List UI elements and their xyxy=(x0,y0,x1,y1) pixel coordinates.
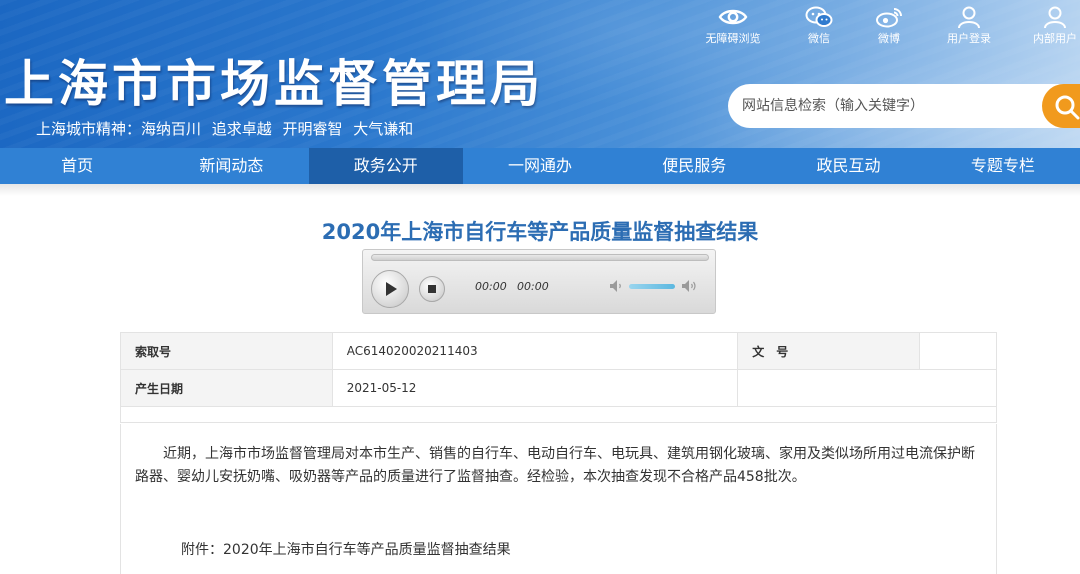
attachment: 附件：2020年上海市自行车等产品质量监督抽查结果 xyxy=(181,539,511,559)
info-row: 索取号 AC614020020211403 文 号 xyxy=(120,332,997,370)
city-slogan: 上海城市精神：海纳百川 追求卓越 开明睿智 大气谦和 xyxy=(36,120,414,138)
document-info-table: 索取号 AC614020020211403 文 号 产生日期 2021-05-1… xyxy=(120,332,997,423)
audio-player: 00:00 00:00 xyxy=(362,249,716,314)
site-header: 上海市市场监督管理局 上海城市精神：海纳百川 追求卓越 开明睿智 大气谦和 无障… xyxy=(0,0,1080,148)
attachment-prefix: 附件： xyxy=(181,542,223,558)
nav-shadow xyxy=(0,184,1080,196)
site-search xyxy=(728,84,1080,128)
document-number-value xyxy=(919,332,997,370)
user-icon xyxy=(958,6,980,28)
date-label: 产生日期 xyxy=(120,369,333,407)
wechat-link[interactable]: 微信 xyxy=(779,6,859,46)
nav-item-news[interactable]: 新闻动态 xyxy=(154,148,308,184)
volume-max-icon[interactable] xyxy=(681,279,699,293)
attachment-link[interactable]: 2020年上海市自行车等产品质量监督抽查结果 xyxy=(223,542,511,558)
index-number-label: 索取号 xyxy=(120,332,333,370)
article-title: 2020年上海市自行车等产品质量监督抽查结果 xyxy=(321,220,759,244)
eye-icon xyxy=(718,9,748,25)
spacer-row xyxy=(120,406,997,423)
accessibility-link[interactable]: 无障碍浏览 xyxy=(693,6,773,46)
info-row: 产生日期 2021-05-12 xyxy=(120,369,997,407)
nav-item-government-affairs[interactable]: 政务公开 xyxy=(308,148,463,184)
document-number-label: 文 号 xyxy=(737,332,921,370)
internal-user-link[interactable]: 内部用户 xyxy=(1015,6,1080,46)
main-nav: 首页 新闻动态 政务公开 一网通办 便民服务 政民互动 专题专栏 xyxy=(0,148,1080,184)
current-time: 00:00 xyxy=(475,280,507,293)
user-login-link[interactable]: 用户登录 xyxy=(929,6,1009,46)
top-links: 无障碍浏览 微信 微博 用户登录 内部用户 xyxy=(0,6,1080,48)
nav-item-public-service[interactable]: 便民服务 xyxy=(617,148,771,184)
toplink-label: 用户登录 xyxy=(947,32,991,45)
volume-mute-icon[interactable] xyxy=(609,279,625,293)
volume-slider[interactable] xyxy=(629,284,675,289)
weibo-link[interactable]: 微博 xyxy=(849,6,929,46)
date-value: 2021-05-12 xyxy=(331,369,739,407)
index-number-value: AC614020020211403 xyxy=(331,332,739,370)
search-input[interactable] xyxy=(728,84,1080,128)
search-button[interactable] xyxy=(1042,84,1080,128)
progress-track[interactable] xyxy=(371,254,709,261)
total-time: 00:00 xyxy=(517,280,549,293)
stop-icon xyxy=(428,285,436,293)
article-paragraph: 近期，上海市市场监督管理局对本市生产、销售的自行车、电动自行车、电玩具、建筑用钢… xyxy=(135,446,975,485)
toplink-label: 内部用户 xyxy=(1033,32,1077,45)
nav-item-home[interactable]: 首页 xyxy=(0,148,154,184)
toplink-label: 无障碍浏览 xyxy=(705,32,761,45)
site-title[interactable]: 上海市市场监督管理局 xyxy=(4,44,544,116)
nav-item-one-stop-service[interactable]: 一网通办 xyxy=(463,148,617,184)
wechat-icon xyxy=(805,6,833,27)
user-icon xyxy=(1044,6,1066,28)
search-icon xyxy=(1055,95,1080,120)
empty-cell xyxy=(737,369,997,407)
stop-button[interactable] xyxy=(419,276,445,302)
toplink-label: 微博 xyxy=(878,32,900,45)
nav-item-interaction[interactable]: 政民互动 xyxy=(771,148,925,184)
nav-item-topics[interactable]: 专题专栏 xyxy=(926,148,1080,184)
spacer-cell xyxy=(120,406,997,423)
play-button[interactable] xyxy=(371,270,409,308)
weibo-icon xyxy=(876,8,902,28)
article-body: 近期，上海市市场监督管理局对本市生产、销售的自行车、电动自行车、电玩具、建筑用钢… xyxy=(120,424,997,574)
play-icon xyxy=(386,282,397,296)
toplink-label: 微信 xyxy=(808,32,830,45)
